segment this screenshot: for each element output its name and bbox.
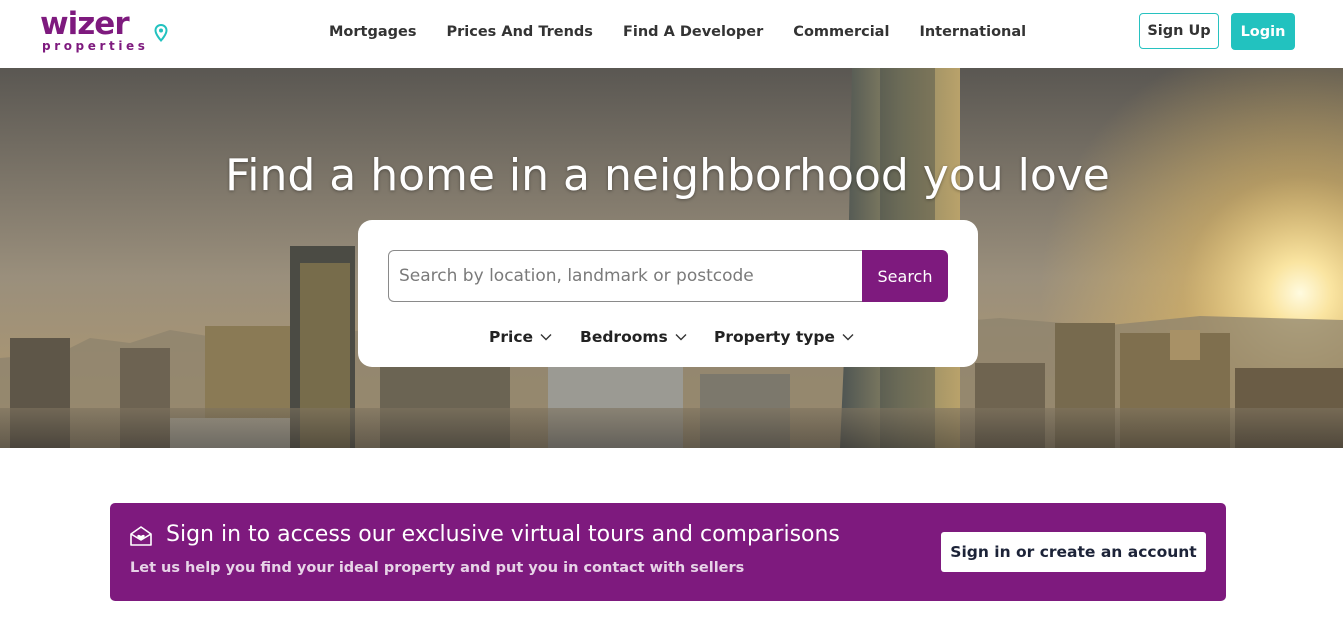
login-button[interactable]: Login	[1231, 13, 1295, 50]
hero-title: Find a home in a neighborhood you love	[225, 150, 1110, 201]
sign-in-create-account-button[interactable]: Sign in or create an account	[941, 532, 1206, 572]
nav-mortgages[interactable]: Mortgages	[329, 22, 416, 42]
hero-section: Find a home in a neighborhood you love S…	[0, 68, 1343, 448]
property-type-filter-dropdown[interactable]: Property type	[714, 326, 854, 348]
property-type-filter-label: Property type	[714, 328, 835, 346]
logo-wordmark: wizer	[40, 6, 130, 42]
chevron-down-icon	[675, 334, 687, 341]
banner-subtitle: Let us help you find your ideal property…	[130, 560, 745, 576]
wizer-logo[interactable]: wizer properties	[40, 6, 170, 58]
chevron-down-icon	[540, 334, 552, 341]
search-filters: Price Bedrooms Property type	[358, 326, 978, 348]
bedrooms-filter-label: Bedrooms	[580, 328, 668, 346]
location-search-input[interactable]	[388, 250, 862, 302]
search-button[interactable]: Search	[862, 250, 948, 302]
sign-in-promo-banner: Sign in to access our exclusive virtual …	[110, 503, 1226, 601]
price-filter-label: Price	[489, 328, 534, 346]
nav-prices-and-trends[interactable]: Prices And Trends	[446, 22, 592, 42]
nav-commercial[interactable]: Commercial	[793, 22, 889, 42]
main-nav: Mortgages Prices And Trends Find A Devel…	[329, 22, 1056, 42]
map-pin-icon	[154, 24, 168, 42]
mail-heart-icon	[130, 526, 152, 546]
chevron-down-icon	[842, 334, 854, 341]
sign-up-button[interactable]: Sign Up	[1139, 13, 1219, 49]
price-filter-dropdown[interactable]: Price	[489, 326, 552, 348]
nav-international[interactable]: International	[919, 22, 1026, 42]
nav-find-a-developer[interactable]: Find A Developer	[623, 22, 763, 42]
banner-title: Sign in to access our exclusive virtual …	[166, 522, 840, 547]
bedrooms-filter-dropdown[interactable]: Bedrooms	[580, 326, 687, 348]
search-card: Search Price Bedrooms Property type	[358, 220, 978, 367]
logo-subtitle: properties	[42, 39, 149, 53]
site-header: wizer properties Mortgages Prices And Tr…	[0, 0, 1343, 69]
